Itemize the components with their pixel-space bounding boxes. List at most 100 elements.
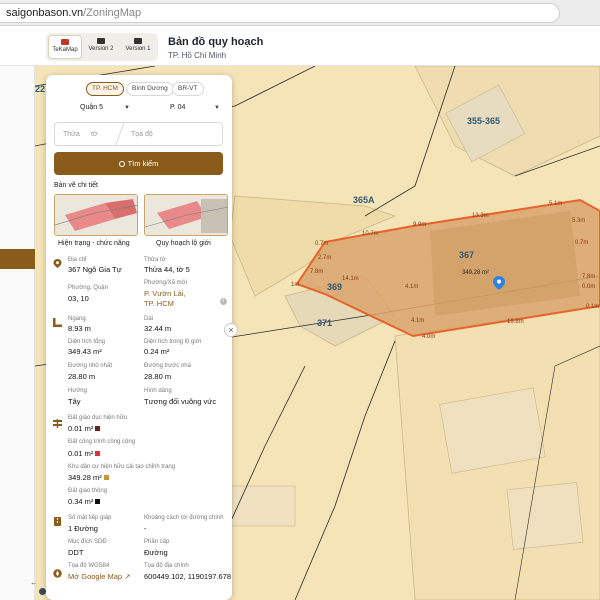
page-title: Bản đồ quy hoạch xyxy=(168,36,264,48)
zone-residential-value: 349.28 m² xyxy=(68,473,109,482)
zone-education-value: 0.01 m² xyxy=(68,424,101,433)
compass-icon xyxy=(53,569,62,578)
plot-coord-value: 600449.102, 1190197.678 xyxy=(144,572,232,581)
location-marker-icon xyxy=(53,259,62,268)
external-link-icon: ↗ xyxy=(124,572,131,581)
browser-url-bar: saigonbason.vn/ZoningMap xyxy=(0,0,600,26)
plot-label: 369 xyxy=(327,282,343,292)
chip-tp-hcm[interactable]: TP. HCM xyxy=(86,82,124,96)
parcel-info-panel: TP. HCM Bình Dương BR-VT Quận 5 ▼ P. 04 … xyxy=(46,75,232,600)
district-select[interactable]: Quận 5 ▼ xyxy=(80,104,130,111)
ward-value: P. 04 xyxy=(170,104,186,111)
area-label: 349,28 m² xyxy=(462,270,490,276)
thumbnail-current-use-label: Hiện trạng - chức năng xyxy=(58,240,130,247)
width-value: 8.93 m xyxy=(68,324,91,333)
dimension-label: 2.7m xyxy=(318,255,332,261)
distance-value: - xyxy=(144,524,147,533)
location-pin-icon[interactable] xyxy=(493,276,505,290)
in-boundary-label: Diện tích trong lộ giới xyxy=(144,339,201,345)
zone-traffic-value: 0.34 m² xyxy=(68,497,101,506)
tekamap-icon xyxy=(61,39,69,45)
new-ward-value-line1[interactable]: P. Vườn Lài, xyxy=(144,289,186,298)
tab-version-2[interactable]: Version 2 xyxy=(84,35,118,59)
ward-district-value: 03, 10 xyxy=(68,294,89,303)
new-ward-value-line2[interactable]: TP. HCM xyxy=(144,299,174,308)
ward-select[interactable]: P. 04 ▼ xyxy=(170,104,220,111)
version-tabs: TeKaMap Version 2 Version 1 xyxy=(46,33,158,61)
purpose-value: DDT xyxy=(68,548,84,557)
zone-residential-label: Khu dân cư hiện hữu cải tạo chỉnh trang xyxy=(68,464,176,470)
length-value: 32.44 m xyxy=(144,324,172,333)
plot-coord-label: Tọa độ địa chính xyxy=(144,563,189,569)
shape-value: Tương đối vuông vức xyxy=(144,397,217,406)
thumbnail-image xyxy=(55,195,137,235)
thumbnail-road-boundary-label: Quy hoạch lộ giới xyxy=(156,240,211,247)
google-map-link[interactable]: Mở Google Map ↗ xyxy=(68,572,131,581)
total-area-label: Diện tích tổng xyxy=(68,339,106,345)
thumbnail-image xyxy=(145,195,227,235)
coords-placeholder: Tọa độ xyxy=(131,131,153,138)
front-road-value: 28.80 m xyxy=(144,372,172,381)
front-road-label: Đường trước nhà xyxy=(144,363,191,369)
dimension-label: 0.0m xyxy=(582,284,596,290)
min-road-label: Đường nhỏ nhất xyxy=(68,363,112,369)
grade-value: Đường xyxy=(144,548,168,557)
back-arrow-icon[interactable]: ← xyxy=(30,578,38,587)
tab-label: Version 2 xyxy=(88,46,114,52)
tab-tekamap[interactable]: TeKaMap xyxy=(48,35,82,59)
dimension-label: 0.7m xyxy=(575,240,589,246)
search-button[interactable]: Tìm kiếm xyxy=(54,152,223,175)
dimension-label: 14.1m xyxy=(342,276,359,282)
url-field[interactable]: saigonbason.vn/ZoningMap xyxy=(0,3,560,23)
dimension-label: 10.7m xyxy=(362,231,379,237)
search-label: Tìm kiếm xyxy=(127,159,159,168)
direction-value: Tây xyxy=(68,397,81,406)
parcel-label: Thửa tờ xyxy=(144,257,166,263)
dimension-label: 9.9m xyxy=(413,222,427,228)
ward-label: Phường, Quận xyxy=(68,285,108,291)
purpose-label: Mục đích SDĐ xyxy=(68,539,107,545)
ruler-icon xyxy=(53,318,62,327)
tab-version-1[interactable]: Version 1 xyxy=(121,35,155,59)
detail-section-title: Bản vẽ chi tiết xyxy=(54,182,98,189)
dimension-label: 5.3m xyxy=(572,218,586,224)
coordinate-input[interactable]: Thửa tờ Tọa độ xyxy=(54,122,223,147)
parcel-placeholder: Thửa xyxy=(63,131,80,138)
dimension-label: 0.1m xyxy=(586,304,600,310)
dimension-label: 4.1m xyxy=(405,284,419,290)
thumbnail-road-boundary[interactable] xyxy=(144,194,228,236)
plot-label: 355-365 xyxy=(467,116,501,126)
sidebar-active-bar[interactable] xyxy=(0,249,35,269)
parcel-value: Thửa 44, tờ 5 xyxy=(144,265,190,274)
dimension-label: 5.1m xyxy=(549,201,563,207)
chevron-down-icon: ▼ xyxy=(124,105,130,111)
shape-label: Hình dáng xyxy=(144,388,172,394)
chevron-down-icon: ▼ xyxy=(214,105,220,111)
search-icon xyxy=(118,161,125,167)
tab-label: Version 1 xyxy=(125,46,151,52)
map-icon xyxy=(97,38,105,44)
info-icon[interactable]: i xyxy=(220,298,227,305)
thumbnail-current-use[interactable] xyxy=(54,194,138,236)
zone-traffic-label: Đất giao thông xyxy=(68,488,108,494)
in-boundary-value: 0.24 m² xyxy=(144,347,170,356)
dimension-label: 7.8m xyxy=(582,274,596,280)
min-road-value: 28.80 m xyxy=(68,372,96,381)
new-ward-label: Phường/Xã mới xyxy=(144,280,187,286)
zone-education-label: Đất giáo dục hiện hữu xyxy=(68,415,128,421)
zone-public-value: 0.01 m² xyxy=(68,449,101,458)
wgs-label: Tọa độ WGS84 xyxy=(68,563,110,569)
zoning-sign-icon xyxy=(53,419,62,428)
sheet-placeholder: tờ xyxy=(91,131,98,138)
chip-br-vt[interactable]: BR-VT xyxy=(172,82,204,96)
total-area-value: 349.43 m² xyxy=(68,347,102,356)
dimension-label: 7.8m xyxy=(310,269,324,275)
close-panel-button[interactable]: × xyxy=(224,323,238,337)
left-sidebar xyxy=(0,66,35,600)
chip-binh-duong[interactable]: Bình Dương xyxy=(126,82,174,96)
width-label: Ngang xyxy=(68,316,86,322)
dimension-label: 4.1m xyxy=(411,318,425,324)
dimension-label: 1m xyxy=(291,282,300,288)
district-value: Quận 5 xyxy=(80,104,103,111)
road-icon xyxy=(54,517,61,526)
